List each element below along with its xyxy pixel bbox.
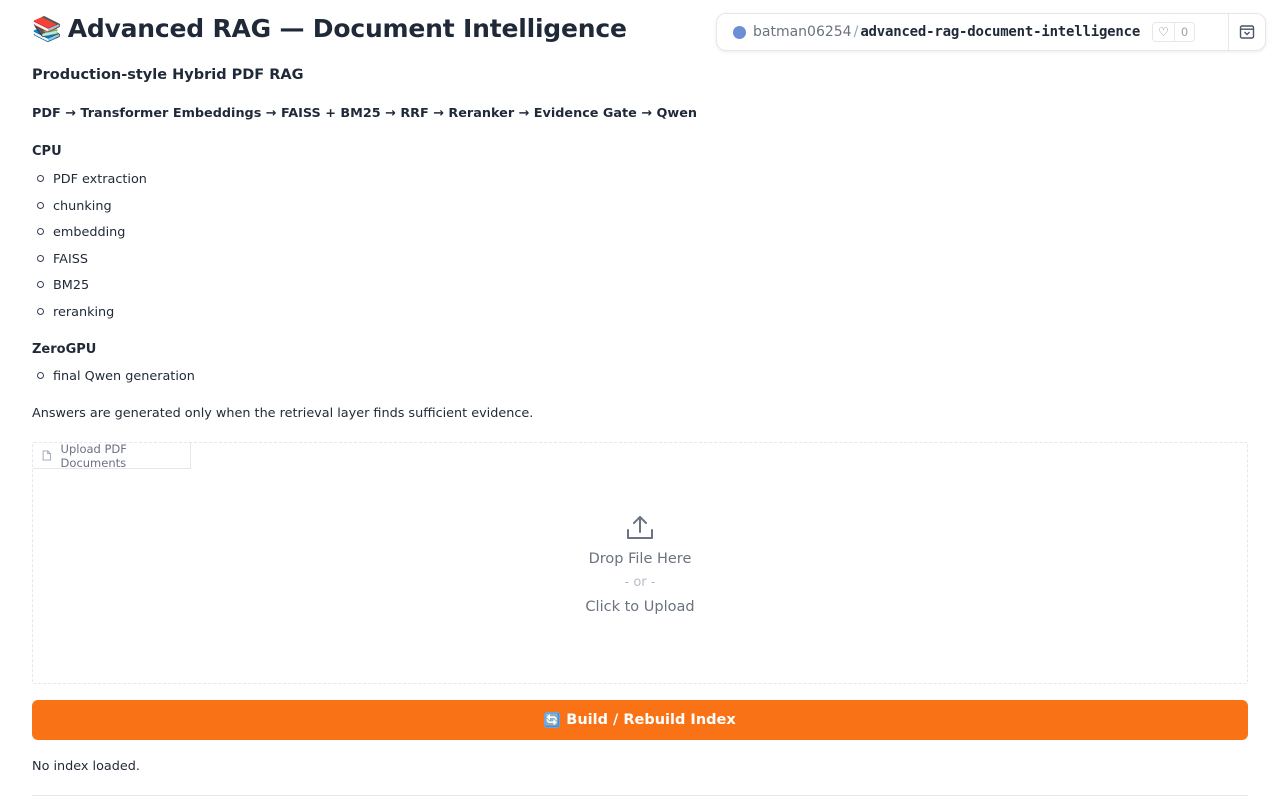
or-separator: - or - (624, 575, 656, 590)
drop-file-text: Drop File Here (588, 551, 692, 567)
zerogpu-heading: ZeroGPU (32, 342, 97, 357)
owner-avatar[interactable] (733, 25, 746, 39)
upload-icon (627, 516, 653, 539)
list-item: final Qwen generation (37, 368, 195, 395)
drop-target[interactable]: Drop File Here - or - Click to Upload (33, 515, 1247, 619)
zerogpu-list: final Qwen generation (32, 368, 195, 395)
collapse-header-button[interactable] (1228, 14, 1265, 50)
path-separator: / (853, 24, 859, 40)
books-icon: 📚 (32, 15, 62, 43)
page-title-text: Advanced RAG — Document Intelligence (67, 14, 627, 43)
pipeline-description: PDF → Transformer Embeddings → FAISS + B… (32, 106, 697, 121)
heart-icon: ♡ (1153, 23, 1175, 41)
space-badge: batman06254 / advanced-rag-document-inte… (716, 13, 1266, 51)
collapse-icon (1239, 25, 1255, 39)
evidence-note: Answers are generated only when the retr… (32, 406, 534, 421)
list-item: chunking (37, 198, 147, 225)
list-item: reranking (37, 304, 147, 331)
list-item: embedding (37, 224, 147, 251)
list-item: PDF extraction (37, 171, 147, 198)
build-index-button[interactable]: 🔄 Build / Rebuild Index (32, 700, 1248, 740)
cpu-heading: CPU (32, 144, 62, 159)
upload-label-text: Upload PDF Documents (60, 441, 127, 470)
index-status: No index loaded. (32, 759, 140, 774)
list-item: BM25 (37, 277, 147, 304)
pdf-upload-dropzone[interactable]: Upload PDF Documents Drop File Here - or… (32, 442, 1248, 684)
page-title: 📚 Advanced RAG — Document Intelligence (32, 14, 627, 43)
page-subtitle: Production-style Hybrid PDF RAG (32, 67, 304, 83)
space-owner-link[interactable]: batman06254 (753, 24, 852, 40)
cpu-list: PDF extraction chunking embedding FAISS … (32, 171, 147, 331)
divider (32, 795, 1248, 796)
file-icon (42, 450, 51, 461)
list-item: FAISS (37, 251, 147, 278)
like-button[interactable]: ♡ 0 (1152, 22, 1196, 42)
space-repo-link[interactable]: advanced-rag-document-intelligence (860, 24, 1140, 40)
build-index-label: Build / Rebuild Index (566, 712, 736, 728)
like-count: 0 (1180, 25, 1189, 39)
refresh-icon: 🔄 (544, 712, 561, 728)
upload-label: Upload PDF Documents (33, 441, 191, 470)
click-to-upload-text[interactable]: Click to Upload (33, 595, 1247, 619)
